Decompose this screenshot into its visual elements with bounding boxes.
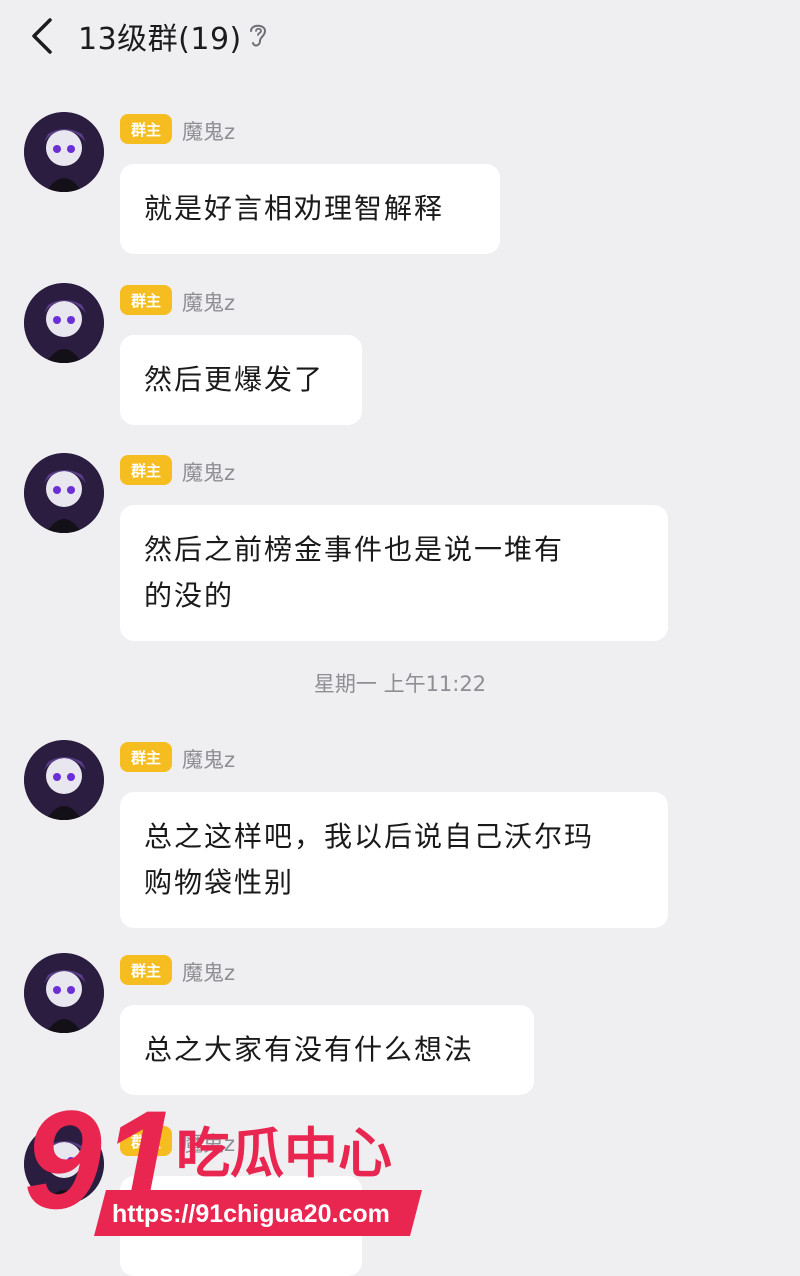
message-bubble[interactable]: 就是好言相劝理智解释 (120, 164, 500, 254)
message-line: 的没的 (144, 579, 235, 612)
sender-name: 魔鬼z (182, 748, 236, 772)
timestamp: 星期一 上午11:22 (313, 672, 487, 696)
sender-name: 魔鬼z (182, 291, 236, 315)
message-line: 总之这样吧，我以后说自己沃尔玛 (144, 820, 595, 853)
avatar[interactable] (24, 112, 104, 192)
watermark-logo: 91 吃瓜中心 https://91chigua20.com (24, 1090, 422, 1238)
chat-header: 13级群(19) (0, 0, 800, 72)
watermark-url: https://91chigua20.com (112, 1200, 390, 1228)
message-line: 购物袋性别 (144, 866, 295, 899)
owner-badge: 群主 (120, 114, 172, 144)
owner-badge: 群主 (120, 742, 172, 772)
message-bubble[interactable]: 总之这样吧，我以后说自己沃尔玛 购物袋性别 (120, 792, 668, 928)
message-bubble[interactable]: 总之大家有没有什么想法 (120, 1005, 534, 1095)
message-bubble[interactable]: 然后之前榜金事件也是说一堆有 的没的 (120, 505, 668, 641)
owner-badge: 群主 (120, 955, 172, 985)
message-line: 然后之前榜金事件也是说一堆有 (144, 533, 565, 566)
sender-name: 魔鬼z (182, 120, 236, 144)
sender-name: 魔鬼z (182, 461, 236, 485)
owner-badge: 群主 (120, 455, 172, 485)
message-line: 然后更爆发了 (144, 363, 325, 396)
sender-name: 魔鬼z (182, 961, 236, 985)
message-line: 总之大家有没有什么想法 (144, 1033, 475, 1066)
avatar[interactable] (24, 283, 104, 363)
watermark-brand: 吃瓜中心 (176, 1122, 392, 1185)
avatar[interactable] (24, 740, 104, 820)
message-bubble[interactable]: 然后更爆发了 (120, 335, 362, 425)
message-line: 就是好言相劝理智解释 (144, 192, 445, 225)
back-arrow-icon[interactable] (26, 16, 60, 56)
chat-title: 13级群(19) (78, 22, 242, 57)
avatar[interactable] (24, 453, 104, 533)
avatar[interactable] (24, 953, 104, 1033)
ear-icon[interactable] (246, 20, 270, 50)
owner-badge: 群主 (120, 285, 172, 315)
